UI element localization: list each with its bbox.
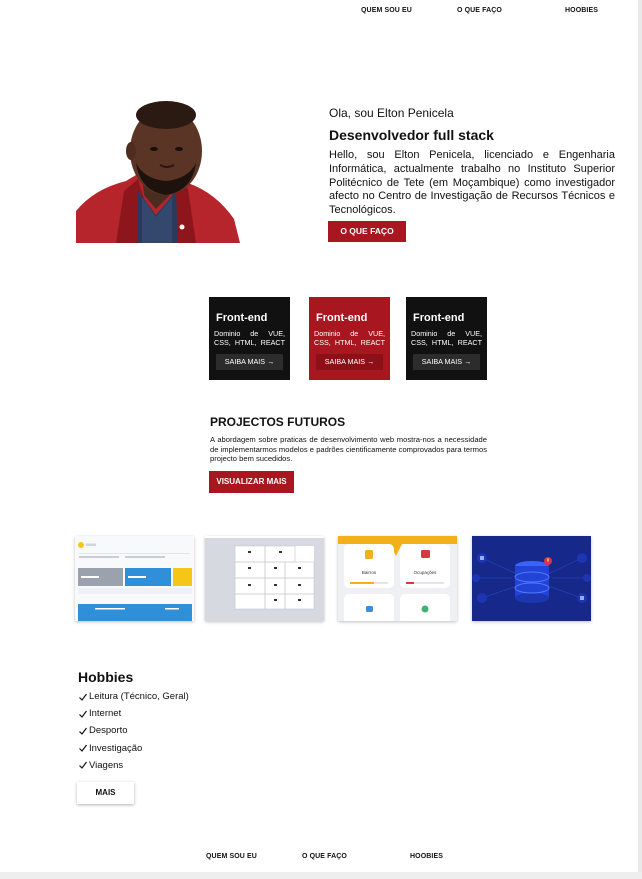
footer-link-about[interactable]: QUEM SOU EU — [206, 853, 257, 860]
card-title: Front-end — [316, 312, 368, 324]
mobile-app-thumbnail[interactable]: Bairros Ocupações — [338, 536, 457, 621]
nav-link-what-i-do[interactable]: O QUE FAÇO — [457, 7, 502, 14]
card-text: Dominio de VUE, CSS, HTML, REACT — [411, 329, 482, 348]
learn-more-button[interactable]: SAIBA MAIS → — [316, 354, 383, 370]
svg-text:Bairros: Bairros — [362, 570, 377, 575]
hobby-label: Internet — [89, 708, 122, 720]
checkmark-icon — [79, 761, 87, 770]
dashboard-thumbnail[interactable] — [75, 536, 194, 621]
checkmark-icon — [79, 744, 87, 753]
hobby-label: Desporto — [89, 725, 128, 737]
nav-link-about[interactable]: QUEM SOU EU — [361, 7, 412, 14]
what-i-do-button[interactable]: O QUE FAÇO — [328, 221, 406, 242]
grid-layout-thumbnail[interactable] — [205, 536, 324, 621]
hobbies-title: Hobbies — [78, 669, 134, 685]
card-text: Dominio de VUE, CSS, HTML, REACT — [314, 329, 385, 348]
list-item: Leitura (Técnico, Geral) — [78, 688, 189, 705]
more-button[interactable]: MAIS — [77, 782, 134, 804]
hero-title: Desenvolvedor full stack — [329, 127, 494, 143]
hobby-label: Viagens — [89, 759, 124, 771]
service-card: Front-end Dominio de VUE, CSS, HTML, REA… — [309, 297, 390, 380]
card-title: Front-end — [216, 312, 268, 324]
learn-more-button[interactable]: SAIBA MAIS → — [413, 354, 480, 370]
bottom-edge — [0, 872, 642, 879]
checkmark-icon — [79, 727, 87, 735]
learn-more-button[interactable]: SAIBA MAIS → — [216, 354, 283, 370]
hobbies-list: Leitura (Técnico, Geral) Internet Despor… — [78, 688, 189, 774]
list-item: Viagens — [78, 757, 189, 774]
hobby-label: Leitura (Técnico, Geral) — [89, 691, 189, 702]
nav-link-hobbies[interactable]: HOOBIES — [565, 7, 598, 14]
projects-description: A abordagem sobre praticas de desenvolvi… — [210, 435, 487, 464]
list-item: Desporto — [78, 722, 189, 739]
footer-link-hobbies[interactable]: HOOBIES — [410, 853, 443, 860]
svg-text:Ocupações: Ocupações — [414, 570, 438, 575]
view-more-button[interactable]: VISUALIZAR MAIS — [209, 471, 294, 493]
profile-photo — [76, 93, 240, 243]
database-thumbnail[interactable] — [472, 536, 591, 621]
card-title: Front-end — [413, 312, 465, 324]
card-text: Dominio de VUE, CSS, HTML, REACT — [214, 329, 285, 348]
hero-greeting: Ola, sou Elton Penicela — [329, 106, 454, 120]
list-item: Investigação — [78, 740, 189, 757]
service-card: Front-end Dominio de VUE, CSS, HTML, REA… — [406, 297, 487, 380]
checkmark-icon — [79, 710, 87, 718]
list-item: Internet — [78, 705, 189, 722]
hero-description: Hello, sou Elton Penicela, licenciado e … — [329, 149, 615, 217]
projects-title: PROJECTOS FUTUROS — [210, 415, 346, 429]
scrollbar-track[interactable] — [638, 0, 642, 879]
hobby-label: Investigação — [89, 742, 143, 754]
footer-link-what-i-do[interactable]: O QUE FAÇO — [302, 853, 347, 860]
checkmark-icon — [79, 693, 87, 701]
service-card: Front-end Dominio de VUE, CSS, HTML, REA… — [209, 297, 290, 380]
